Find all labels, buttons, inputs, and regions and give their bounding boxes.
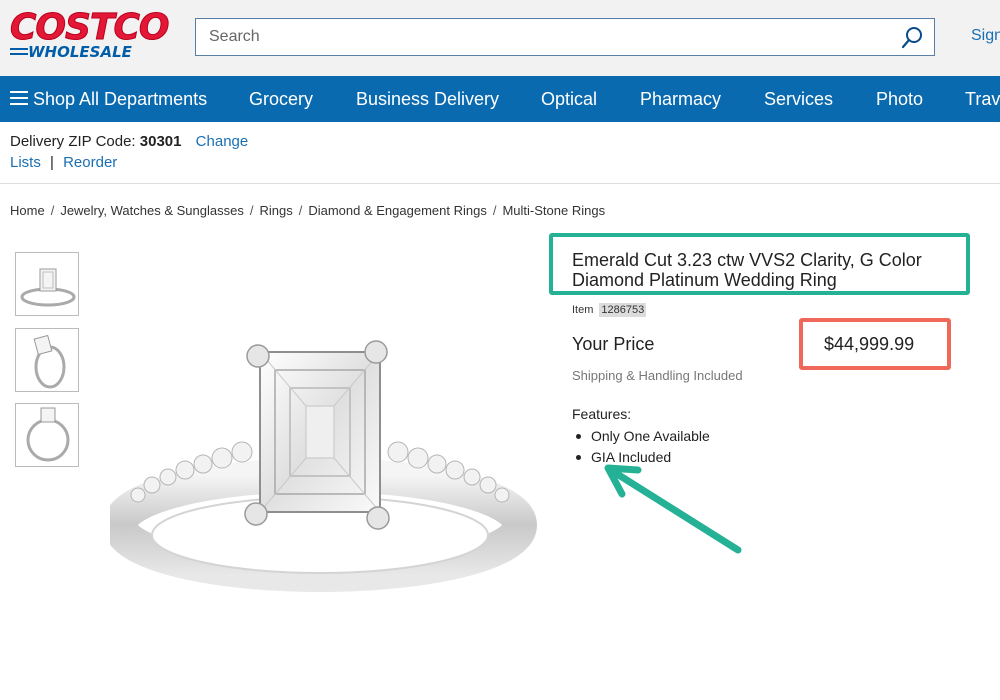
logo-stripe (10, 48, 28, 50)
breadcrumb-jewelry[interactable]: Jewelry, Watches & Sunglasses (60, 203, 244, 218)
breadcrumb-separator: / (492, 203, 497, 218)
breadcrumb-multi-stone[interactable]: Multi-Stone Rings (502, 203, 605, 218)
breadcrumb-separator: / (298, 203, 303, 218)
logo-subtext: WHOLESALE (28, 43, 132, 61)
nav-optical[interactable]: Optical (541, 89, 597, 109)
sign-in-link[interactable]: Sign (971, 27, 1000, 45)
nav-business-delivery[interactable]: Business Delivery (356, 89, 499, 109)
lists-line: Lists | Reorder (10, 154, 117, 171)
main-navigation: Shop All Departments Grocery Business De… (0, 76, 1000, 122)
feature-item: Only One Available (572, 427, 710, 448)
breadcrumb-separator: / (50, 203, 55, 218)
nav-label: Shop All Departments (33, 89, 208, 109)
nav-grocery[interactable]: Grocery (249, 89, 313, 109)
ring-front-thumbnail[interactable] (15, 252, 79, 316)
logo-stripe (10, 53, 28, 55)
features-heading: Features: (572, 406, 632, 422)
reorder-link[interactable]: Reorder (63, 154, 117, 171)
search-icon[interactable] (900, 25, 926, 51)
ring-top-thumbnail[interactable] (15, 403, 79, 467)
item-label: Item (572, 304, 594, 316)
nav-services[interactable]: Services (764, 89, 833, 109)
ring-side-thumbnail[interactable] (15, 328, 79, 392)
price-label: Your Price (572, 334, 655, 354)
nav-pharmacy[interactable]: Pharmacy (640, 89, 721, 109)
site-header: COSTCO WHOLESALE Sign (0, 0, 1000, 76)
costco-logo[interactable]: COSTCO WHOLESALE (10, 7, 171, 61)
breadcrumb: Home / Jewelry, Watches & Sunglasses / Rings… (10, 203, 605, 218)
delivery-bar: Delivery ZIP Code: 30301 Change Lists | … (0, 122, 1000, 184)
logo-wordmark: COSTCO (10, 7, 171, 48)
breadcrumb-diamond-engagement[interactable]: Diamond & Engagement Rings (308, 203, 487, 218)
breadcrumb-separator: / (249, 203, 254, 218)
breadcrumb-home[interactable]: Home (10, 203, 45, 218)
search-bar (195, 18, 935, 56)
lists-separator: | (50, 154, 54, 171)
product-title: Emerald Cut 3.23 ctw VVS2 Clarity, G Col… (572, 250, 922, 290)
product-main-image[interactable] (103, 330, 540, 620)
item-number-line: Item 1286753 (572, 303, 647, 317)
shipping-note: Shipping & Handling Included (572, 368, 743, 383)
lists-link[interactable]: Lists (10, 154, 41, 171)
zip-label: Delivery ZIP Code: (10, 133, 136, 150)
hamburger-icon (10, 90, 28, 106)
nav-photo[interactable]: Photo (876, 89, 923, 109)
change-zip-link[interactable]: Change (196, 133, 249, 150)
annotation-arrow-icon (600, 462, 750, 562)
product-price: $44,999.99 (824, 334, 915, 354)
search-input[interactable] (196, 19, 886, 55)
delivery-zip-line: Delivery ZIP Code: 30301 Change (10, 133, 248, 150)
nav-travel[interactable]: Trav (965, 89, 1000, 109)
breadcrumb-rings[interactable]: Rings (259, 203, 292, 218)
item-number: 1286753 (599, 303, 647, 317)
nav-shop-all-departments[interactable]: Shop All Departments (10, 89, 207, 109)
zip-value: 30301 (139, 133, 182, 150)
